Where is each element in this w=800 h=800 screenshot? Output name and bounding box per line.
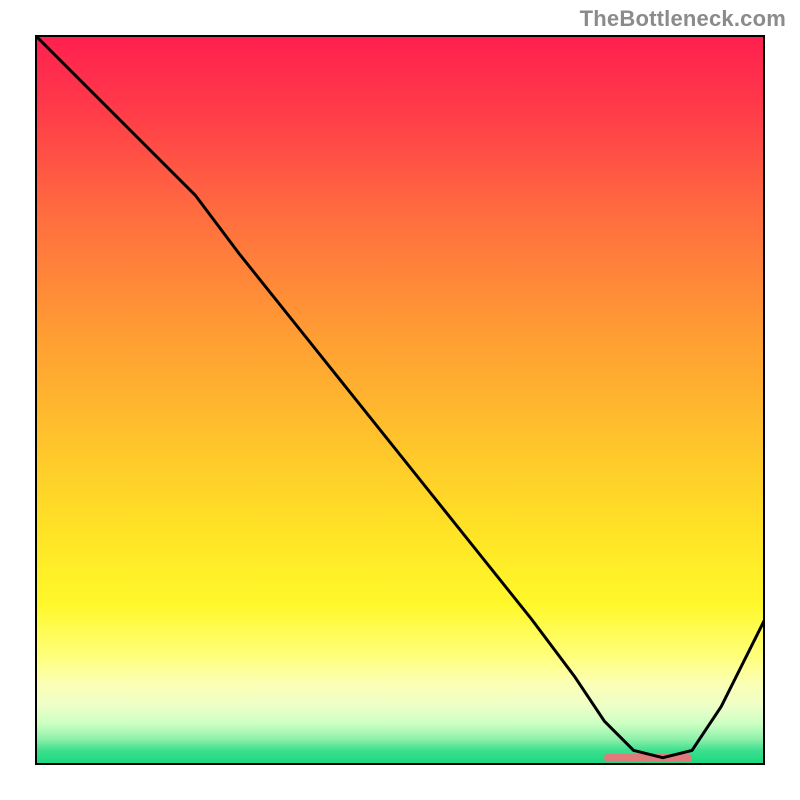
optimal-range-marker bbox=[604, 754, 692, 762]
plot-area bbox=[35, 35, 765, 765]
attribution-text: TheBottleneck.com bbox=[580, 6, 786, 32]
background-gradient bbox=[35, 35, 765, 765]
chart-container: TheBottleneck.com bbox=[0, 0, 800, 800]
